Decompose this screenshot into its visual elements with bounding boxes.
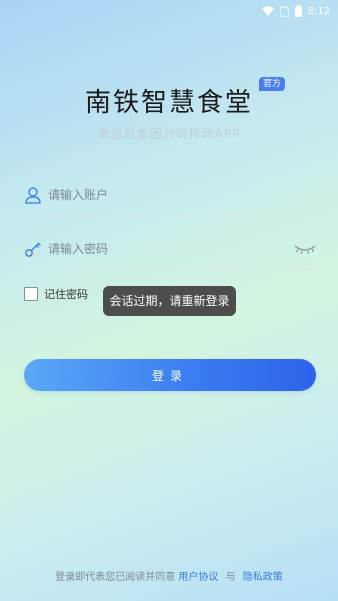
agreement-conjunction: 与 <box>225 572 236 583</box>
session-expired-toast: 会话过期，请重新登录 <box>103 286 236 316</box>
eye-closed-icon[interactable] <box>294 243 316 255</box>
app-subtitle: 南昌局集团公司移动APP <box>97 127 241 141</box>
sim-icon <box>279 6 289 17</box>
status-bar: 8:12 <box>0 0 338 24</box>
privacy-policy-link[interactable]: 隐私政策 <box>243 572 283 583</box>
app-title: 南铁智慧食堂 <box>84 88 253 118</box>
agreement-text: 登录即代表您已阅读并同意 用户协议 与 隐私政策 <box>0 568 338 583</box>
agreement-prefix: 登录即代表您已阅读并同意 <box>55 572 176 583</box>
login-button[interactable]: 登录 <box>24 359 316 391</box>
password-field[interactable]: 请输入密码 <box>24 228 316 269</box>
remember-checkbox[interactable] <box>24 287 38 301</box>
status-time: 8:12 <box>307 5 330 17</box>
password-input[interactable]: 请输入密码 <box>48 240 108 257</box>
wifi-icon <box>261 6 274 16</box>
remember-label: 记住密码 <box>44 288 88 301</box>
user-icon <box>25 187 41 204</box>
title-row: 南铁智慧食堂 <box>0 82 338 119</box>
remember-password[interactable]: 记住密码 <box>24 286 88 302</box>
account-input[interactable]: 请输入账户 <box>48 186 108 203</box>
battery-icon <box>294 5 302 17</box>
user-agreement-link[interactable]: 用户协议 <box>178 572 218 583</box>
official-badge: 官方 <box>259 77 286 91</box>
account-field[interactable]: 请输入账户 <box>24 174 316 215</box>
key-icon <box>25 242 41 257</box>
